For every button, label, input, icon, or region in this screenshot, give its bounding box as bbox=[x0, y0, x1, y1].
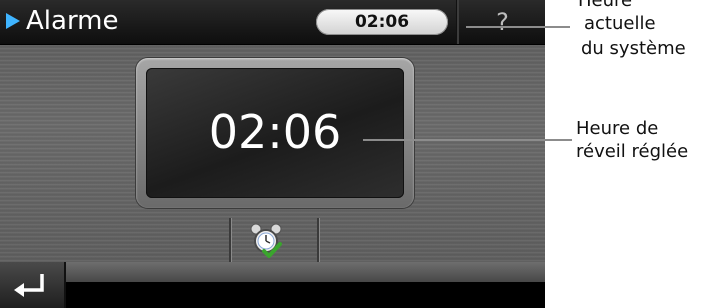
callout-current-time-line1: Heure bbox=[578, 0, 633, 11]
callout-alarm-time-line2: réveil réglée bbox=[576, 141, 689, 162]
callout-current-time-line3: du système bbox=[581, 38, 686, 59]
divider bbox=[456, 0, 459, 44]
back-button[interactable] bbox=[0, 262, 64, 308]
return-arrow-icon bbox=[14, 274, 44, 297]
callout-line-current-time bbox=[466, 26, 570, 28]
alarm-clock-check-icon bbox=[250, 223, 282, 258]
navigation-screen: Alarme 02:06 ? 02:06 bbox=[0, 0, 545, 308]
alarm-time-value[interactable]: 02:06 bbox=[146, 104, 404, 160]
play-arrow-icon bbox=[6, 13, 20, 29]
bottom-strip bbox=[66, 262, 545, 282]
callout-line-alarm-time bbox=[363, 139, 572, 141]
page-title: Alarme bbox=[26, 6, 119, 36]
callout-current-time-line2: actuelle bbox=[584, 13, 656, 34]
top-bar: Alarme 02:06 ? bbox=[0, 0, 545, 45]
callout-alarm-time-line1: Heure de bbox=[576, 118, 659, 139]
current-time-display: 02:06 bbox=[316, 9, 448, 35]
help-button[interactable]: ? bbox=[460, 2, 545, 42]
